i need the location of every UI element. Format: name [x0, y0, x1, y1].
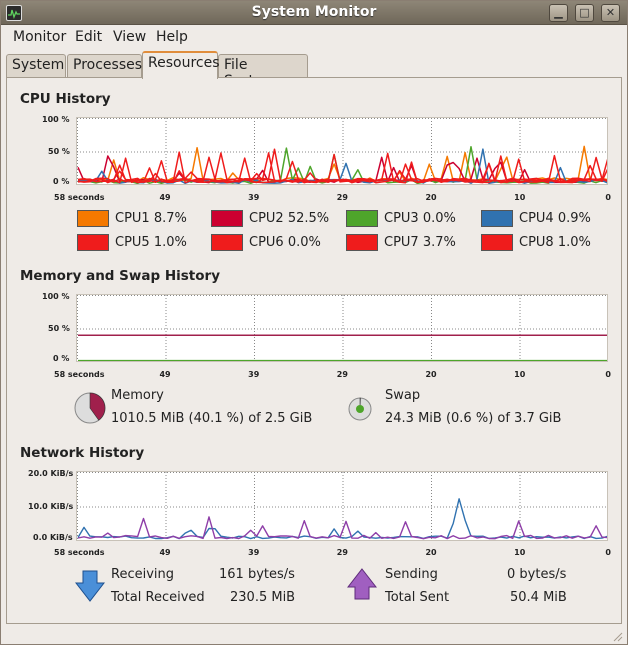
- x-tick-label: 58 seconds: [54, 193, 105, 202]
- menu-help[interactable]: Help: [156, 29, 188, 45]
- x-tick-label: 10: [514, 193, 526, 202]
- resize-grip-icon[interactable]: [611, 630, 623, 642]
- system-monitor-window: System Monitor ▁ □ ✕ Monitor Edit View H…: [0, 0, 628, 645]
- network-history-title: Network History: [20, 445, 145, 461]
- cpu-legend-label: CPU5 1.0%: [115, 235, 187, 250]
- x-tick-label: 29: [336, 193, 348, 202]
- cpu-legend-label: CPU8 1.0%: [519, 235, 591, 250]
- tab-processes[interactable]: Processes: [67, 54, 142, 78]
- swap-pie-icon: [348, 397, 372, 421]
- mem-ytick-0: 0 %: [53, 354, 70, 363]
- cpu-color-swatch[interactable]: [77, 210, 109, 227]
- total-sent-label: Total Sent: [385, 590, 450, 605]
- cpu-legend-label: CPU6 0.0%: [249, 235, 321, 250]
- cpu-color-swatch[interactable]: [211, 234, 243, 251]
- receiving-label: Receiving: [111, 567, 175, 582]
- x-tick-label: 49: [159, 370, 171, 379]
- cpu-ytick-100: 100 %: [42, 115, 70, 124]
- x-tick-label: 10: [514, 548, 526, 557]
- sending-value: 0 bytes/s: [507, 567, 567, 582]
- cpu-color-swatch[interactable]: [481, 234, 513, 251]
- close-icon: ✕: [605, 6, 616, 19]
- x-tick-label: 0: [605, 548, 611, 557]
- maximize-icon: □: [579, 6, 590, 19]
- cpu-ytick-50: 50 %: [48, 147, 70, 156]
- cpu-legend-label: CPU7 3.7%: [384, 235, 456, 250]
- tab-system[interactable]: System: [6, 54, 66, 78]
- minimize-button[interactable]: ▁: [549, 4, 568, 22]
- menu-view[interactable]: View: [113, 29, 146, 45]
- cpu-legend-label: CPU4 0.9%: [519, 211, 591, 226]
- swap-label: Swap: [385, 388, 421, 403]
- tab-bar: System Processes Resources File Systems: [6, 51, 622, 89]
- x-tick-label: 20: [425, 548, 437, 557]
- x-tick-label: 20: [425, 193, 437, 202]
- cpu-color-swatch[interactable]: [481, 210, 513, 227]
- cpu-color-swatch[interactable]: [77, 234, 109, 251]
- x-tick-label: 0: [605, 193, 611, 202]
- cpu-color-swatch[interactable]: [211, 210, 243, 227]
- x-tick-label: 39: [248, 548, 260, 557]
- x-tick-label: 29: [336, 370, 348, 379]
- network-history-graph: [76, 471, 608, 541]
- total-received-label: Total Received: [111, 590, 205, 605]
- x-tick-label: 58 seconds: [54, 548, 105, 557]
- title-bar[interactable]: System Monitor ▁ □ ✕: [1, 1, 627, 25]
- x-tick-label: 39: [248, 370, 260, 379]
- swap-dot: [356, 405, 364, 413]
- x-tick-label: 58 seconds: [54, 370, 105, 379]
- tab-file-systems[interactable]: File Systems: [218, 54, 308, 89]
- x-tick-label: 20: [425, 370, 437, 379]
- minimize-icon: ▁: [554, 6, 563, 19]
- cpu-legend-label: CPU3 0.0%: [384, 211, 456, 226]
- mem-ytick-50: 50 %: [48, 324, 70, 333]
- x-tick-label: 10: [514, 370, 526, 379]
- memory-value: 1010.5 MiB (40.1 %) of 2.5 GiB: [111, 411, 313, 426]
- total-received-value: 230.5 MiB: [230, 590, 296, 605]
- window-title: System Monitor: [251, 4, 377, 20]
- maximize-button[interactable]: □: [575, 4, 594, 22]
- swap-value: 24.3 MiB (0.6 %) of 3.7 GiB: [385, 411, 562, 426]
- total-sent-value: 50.4 MiB: [510, 590, 567, 605]
- memory-pie-icon: [74, 392, 106, 424]
- x-tick-label: 49: [159, 193, 171, 202]
- cpu-history-title: CPU History: [20, 91, 111, 107]
- close-button[interactable]: ✕: [601, 4, 620, 22]
- menu-bar: Monitor Edit View Help: [1, 25, 627, 49]
- net-ytick-0: 0.0 KiB/s: [33, 533, 73, 542]
- cpu-color-swatch[interactable]: [346, 210, 378, 227]
- net-ytick-20: 20.0 KiB/s: [28, 469, 74, 478]
- receiving-value: 161 bytes/s: [219, 567, 295, 582]
- memory-history-title: Memory and Swap History: [20, 268, 220, 284]
- x-tick-label: 49: [159, 548, 171, 557]
- cpu-ytick-0: 0 %: [53, 177, 70, 186]
- menu-edit[interactable]: Edit: [75, 29, 102, 45]
- x-tick-label: 0: [605, 370, 611, 379]
- cpu-history-graph: [76, 117, 608, 185]
- sending-label: Sending: [385, 567, 438, 582]
- net-ytick-10: 10.0 KiB/s: [28, 502, 74, 511]
- sending-arrow-icon: [347, 568, 377, 600]
- memory-history-graph: [76, 294, 608, 362]
- cpu-legend-label: CPU2 52.5%: [249, 211, 330, 226]
- cpu-color-swatch[interactable]: [346, 234, 378, 251]
- tab-resources[interactable]: Resources: [142, 51, 220, 79]
- x-tick-label: 39: [248, 193, 260, 202]
- menu-monitor[interactable]: Monitor: [13, 29, 66, 45]
- memory-label: Memory: [111, 388, 164, 403]
- receiving-arrow-icon: [75, 570, 105, 602]
- cpu-legend-label: CPU1 8.7%: [115, 211, 187, 226]
- mem-ytick-100: 100 %: [42, 292, 70, 301]
- x-tick-label: 29: [336, 548, 348, 557]
